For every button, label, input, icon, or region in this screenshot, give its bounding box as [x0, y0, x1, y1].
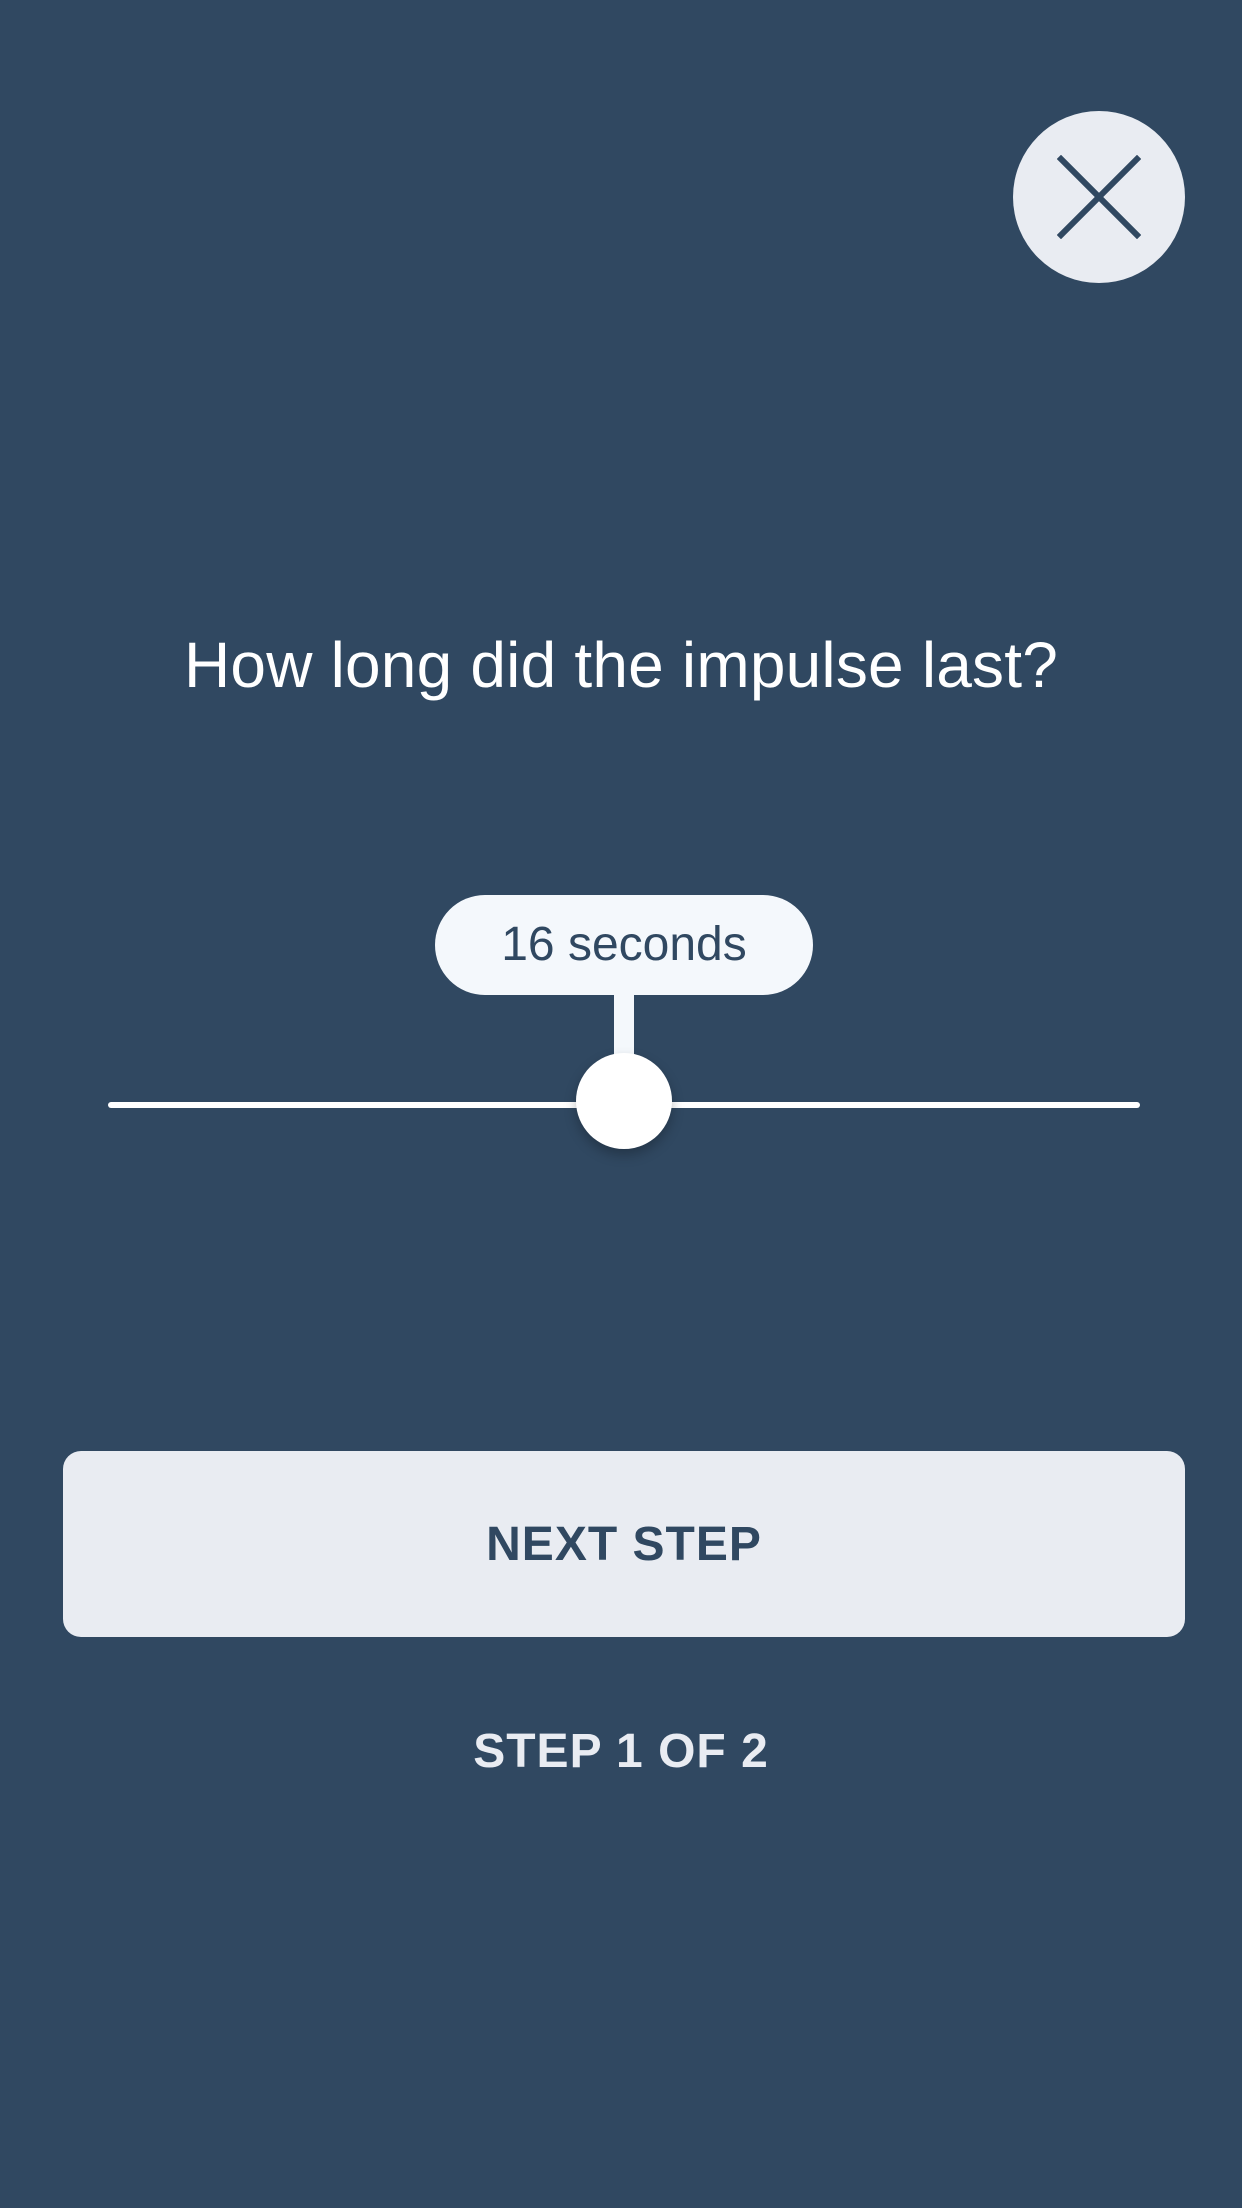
duration-slider[interactable]: 16 seconds	[108, 895, 1140, 1155]
next-step-button[interactable]: NEXT STEP	[63, 1451, 1185, 1637]
slider-value-label: 16 seconds	[435, 895, 813, 995]
slider-value-pointer	[614, 993, 634, 1059]
question-title: How long did the impulse last?	[183, 629, 1059, 701]
step-indicator: STEP 1 OF 2	[473, 1725, 769, 1778]
close-button[interactable]	[1013, 111, 1185, 283]
impulse-duration-screen: How long did the impulse last? 16 second…	[0, 0, 1242, 2208]
close-icon	[1057, 155, 1141, 239]
slider-thumb[interactable]	[576, 1053, 672, 1149]
